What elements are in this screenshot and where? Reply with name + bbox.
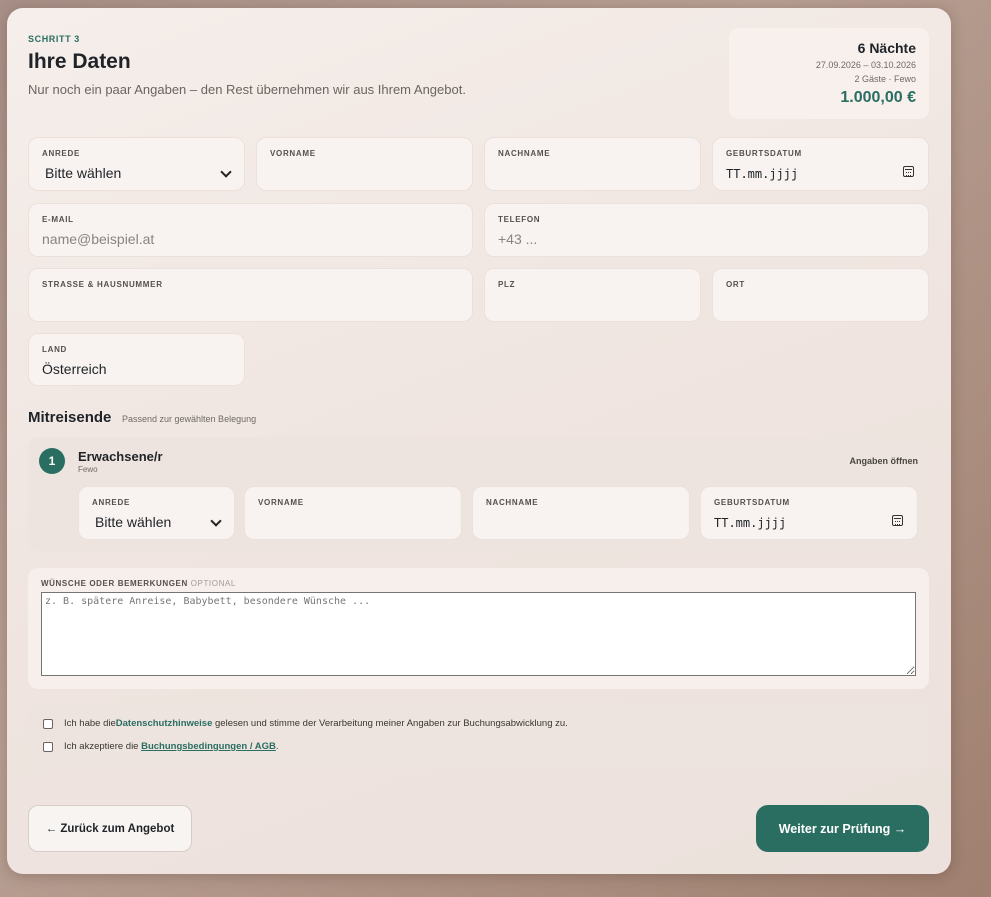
country-value: Österreich xyxy=(42,361,107,377)
traveler-birthdate-field[interactable]: GEBURTSDATUM TT.mm.jjjj xyxy=(700,486,918,540)
email-label: E-MAIL xyxy=(42,215,74,224)
phone-placeholder: +43 ... xyxy=(498,231,538,247)
page-title: Ihre Daten xyxy=(28,50,131,73)
lastname-field[interactable]: NACHNAME xyxy=(484,137,701,191)
lastname-label: NACHNAME xyxy=(498,149,551,158)
wishes-optional-tag: OPTIONAL xyxy=(190,579,236,588)
traveler-lastname-field[interactable]: NACHNAME xyxy=(472,486,690,540)
traveler-firstname-field[interactable]: VORNAME xyxy=(244,486,462,540)
country-label: LAND xyxy=(42,345,68,354)
next-button[interactable]: Weiter zur Prüfung → xyxy=(756,805,929,852)
city-label: ORT xyxy=(726,280,745,289)
open-details-button[interactable]: Angaben öffnen xyxy=(850,456,919,466)
birthdate-field[interactable]: GEBURTSDATUM TT.mm.jjjj xyxy=(712,137,929,191)
privacy-text-pre: Ich habe die xyxy=(64,718,116,729)
privacy-link[interactable]: Datenschutzhinweise xyxy=(116,718,213,729)
traveler-salutation-select[interactable]: ANREDE Bitte wählen xyxy=(78,486,235,540)
step-indicator: SCHRITT 3 xyxy=(28,34,80,44)
terms-text-post: . xyxy=(275,741,279,752)
salutation-select[interactable]: ANREDE Bitte wählen xyxy=(28,137,245,191)
wishes-section: WÜNSCHE ODER BEMERKUNGEN OPTIONAL xyxy=(28,568,929,689)
consents-section: Ich habe die Datenschutzhinweise gelesen… xyxy=(28,705,929,769)
page-subtitle: Nur noch ein paar Angaben – den Rest übe… xyxy=(28,82,466,97)
booking-summary: 6 Nächte 27.09.2026 – 03.10.2026 2 Gäste… xyxy=(729,28,929,119)
birthdate-placeholder: TT.mm.jjjj xyxy=(726,167,799,181)
firstname-label: VORNAME xyxy=(270,149,316,158)
back-button[interactable]: ← Zurück zum Angebot xyxy=(28,805,192,852)
zip-label: PLZ xyxy=(498,280,516,289)
booking-card: SCHRITT 3 Ihre Daten Nur noch ein paar A… xyxy=(7,8,951,874)
travelers-subtitle: Passend zur gewählten Belegung xyxy=(122,414,257,424)
salutation-label: ANREDE xyxy=(42,149,80,158)
calendar-icon[interactable] xyxy=(892,515,903,526)
city-field[interactable]: ORT xyxy=(712,268,929,322)
email-field[interactable]: E-MAIL name@beispiel.at xyxy=(28,203,473,257)
street-label: STRASSE & HAUSNUMMER xyxy=(42,280,163,289)
wishes-label-text: WÜNSCHE ODER BEMERKUNGEN xyxy=(41,579,188,588)
traveler-title: Erwachsene/r xyxy=(78,449,163,464)
summary-nights: 6 Nächte xyxy=(857,40,916,56)
wishes-textarea[interactable] xyxy=(41,592,916,676)
wishes-label: WÜNSCHE ODER BEMERKUNGEN OPTIONAL xyxy=(41,579,236,588)
travelers-title: Mitreisende xyxy=(28,409,112,426)
summary-dates: 27.09.2026 – 03.10.2026 xyxy=(815,60,916,70)
traveler-lastname-label: NACHNAME xyxy=(486,498,539,507)
zip-field[interactable]: PLZ xyxy=(484,268,701,322)
country-select[interactable]: LAND Österreich xyxy=(28,333,245,386)
phone-label: TELEFON xyxy=(498,215,541,224)
calendar-icon[interactable] xyxy=(903,166,914,177)
traveler-birthdate-label: GEBURTSDATUM xyxy=(714,498,790,507)
traveler-firstname-label: VORNAME xyxy=(258,498,304,507)
terms-link[interactable]: Buchungsbedingungen / AGB xyxy=(141,741,276,752)
traveler-sub: Fewo xyxy=(78,465,98,474)
privacy-text-post: gelesen und stimme der Verarbeitung mein… xyxy=(212,718,568,729)
traveler-salutation-value: Bitte wählen xyxy=(95,514,172,530)
summary-price: 1.000,00 € xyxy=(840,89,916,106)
traveler-number-badge: 1 xyxy=(39,448,65,474)
salutation-value: Bitte wählen xyxy=(45,165,122,181)
traveler-card: 1 Erwachsene/r Fewo Angaben öffnen ANRED… xyxy=(28,437,929,551)
privacy-checkbox[interactable] xyxy=(43,718,53,729)
birthdate-label: GEBURTSDATUM xyxy=(726,149,802,158)
terms-checkbox[interactable] xyxy=(43,741,53,752)
traveler-birthdate-placeholder: TT.mm.jjjj xyxy=(714,516,787,530)
email-placeholder: name@beispiel.at xyxy=(42,231,155,247)
summary-guests: 2 Gäste · Fewo xyxy=(854,74,916,84)
terms-text-pre: Ich akzeptiere die xyxy=(64,741,142,752)
privacy-consent-row: Ich habe die Datenschutzhinweise gelesen… xyxy=(43,718,568,729)
firstname-field[interactable]: VORNAME xyxy=(256,137,473,191)
phone-field[interactable]: TELEFON +43 ... xyxy=(484,203,929,257)
street-field[interactable]: STRASSE & HAUSNUMMER xyxy=(28,268,473,322)
traveler-salutation-label: ANREDE xyxy=(92,498,130,507)
terms-consent-row: Ich akzeptiere die Buchungsbedingungen /… xyxy=(43,741,279,752)
